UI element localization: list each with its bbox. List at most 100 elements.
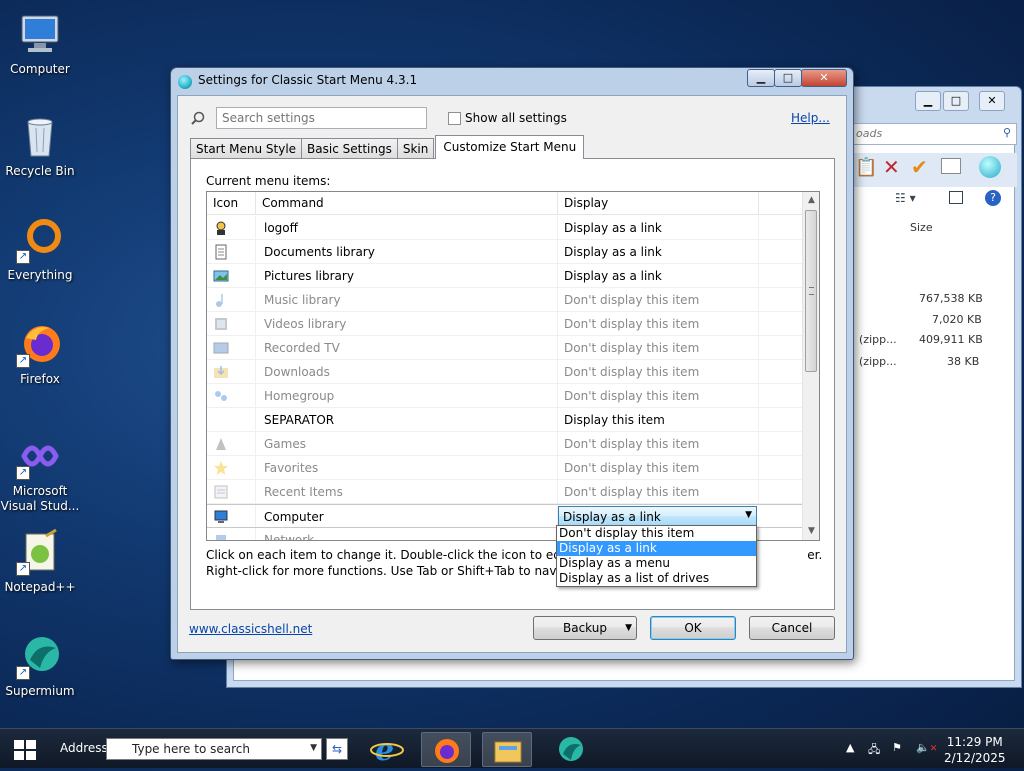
menu-item-row[interactable]: Music library Don't display this item xyxy=(207,288,803,312)
cancel-button[interactable]: Cancel xyxy=(749,616,835,640)
menu-item-display[interactable]: Display as a link xyxy=(564,245,662,259)
chevron-down-icon[interactable]: ▼ xyxy=(745,510,752,520)
menu-item-row[interactable]: Favorites Don't display this item xyxy=(207,456,803,480)
dialog-titlebar[interactable]: Settings for Classic Start Menu 4.3.1 ▁ … xyxy=(171,68,853,94)
close-button[interactable]: ✕ xyxy=(979,91,1005,111)
menu-item-row[interactable]: logoff Display as a link xyxy=(207,216,803,240)
dropdown-option[interactable]: Don't display this item xyxy=(557,526,756,541)
logoff-icon[interactable] xyxy=(213,220,229,236)
menu-item-display[interactable]: Don't display this item xyxy=(564,365,699,379)
maximize-button[interactable]: □ xyxy=(774,69,802,87)
taskbar-search-input[interactable]: Type here to search ▼ xyxy=(106,738,322,760)
menu-item-display[interactable]: Don't display this item xyxy=(564,293,699,307)
desktop-icon-visual-studio[interactable]: ↗ Microsoft Visual Stud... xyxy=(0,432,80,514)
desktop-icon-firefox[interactable]: ↗ Firefox xyxy=(0,320,80,387)
menu-item-display[interactable]: Don't display this item xyxy=(564,317,699,331)
copy-icon[interactable]: 📋 xyxy=(855,157,877,178)
help-icon[interactable]: ? xyxy=(985,190,1001,206)
menu-items-list[interactable]: Icon Command Display logoff Display as a… xyxy=(206,191,820,541)
music-library-icon[interactable] xyxy=(213,292,229,308)
menu-item-display[interactable]: Don't display this item xyxy=(564,461,699,475)
menu-item-row[interactable]: Pictures library Display as a link xyxy=(207,264,803,288)
column-header-size[interactable]: Size xyxy=(910,221,933,234)
computer-icon[interactable] xyxy=(213,509,229,525)
column-header-icon[interactable]: Icon xyxy=(207,192,256,215)
scroll-down-icon[interactable]: ▼ xyxy=(803,523,819,540)
go-arrows-icon[interactable]: ⇆ xyxy=(326,738,348,760)
classicshell-website-link[interactable]: www.classicshell.net xyxy=(189,622,312,636)
taskbar-supermium[interactable] xyxy=(546,732,596,767)
pictures-library-icon[interactable] xyxy=(213,268,229,284)
menu-item-display[interactable]: Display as a link xyxy=(564,221,662,235)
desktop-icon-everything[interactable]: ↗ Everything xyxy=(0,216,80,283)
tab-customize-start-menu[interactable]: Customize Start Menu xyxy=(435,135,585,159)
favorites-icon[interactable] xyxy=(213,460,229,476)
dropdown-option[interactable]: Display as a menu xyxy=(557,556,756,571)
close-button[interactable]: ✕ xyxy=(801,69,847,87)
dropdown-option[interactable]: Display as a list of drives xyxy=(557,571,756,586)
ok-button[interactable]: OK xyxy=(650,616,736,640)
dropdown-option-selected[interactable]: Display as a link xyxy=(557,541,756,556)
menu-item-row[interactable]: Documents library Display as a link xyxy=(207,240,803,264)
menu-item-display[interactable]: Display as a link xyxy=(564,269,662,283)
desktop-icon-recycle-bin[interactable]: Recycle Bin xyxy=(0,112,80,179)
show-hidden-icons-icon[interactable]: ▲ xyxy=(846,741,854,754)
scroll-up-icon[interactable]: ▲ xyxy=(803,192,819,209)
backup-button[interactable]: Backup ▼ xyxy=(533,616,637,640)
search-settings-input[interactable] xyxy=(216,107,427,129)
menu-item-display[interactable]: Don't display this item xyxy=(564,341,699,355)
volume-muted-icon[interactable]: 🔈✕ xyxy=(916,741,937,754)
desktop-icon-computer[interactable]: Computer xyxy=(0,10,80,77)
display-mode-dropdown-list[interactable]: Don't display this item Display as a lin… xyxy=(556,525,757,587)
menu-item-row[interactable]: Games Don't display this item xyxy=(207,432,803,456)
checkmark-icon[interactable]: ✔ xyxy=(911,155,928,179)
desktop-icon-supermium[interactable]: ↗ Supermium xyxy=(0,632,80,699)
desktop-icon-notepad-plus-plus[interactable]: ↗ Notepad++ xyxy=(0,528,80,595)
menu-item-display[interactable]: Display this item xyxy=(564,413,665,427)
explorer-search-input[interactable]: oads ⚲ xyxy=(849,123,1017,145)
menu-item-row[interactable]: Recorded TV Don't display this item xyxy=(207,336,803,360)
windows-start-icon[interactable] xyxy=(14,740,36,760)
view-options-icon[interactable]: ☷ ▾ xyxy=(895,191,916,205)
checkbox-box[interactable] xyxy=(448,111,461,125)
homegroup-icon[interactable] xyxy=(213,388,229,404)
tab-start-menu-style[interactable]: Start Menu Style xyxy=(190,138,303,159)
display-mode-combobox[interactable]: Display as a link ▼ xyxy=(558,506,757,527)
chevron-down-icon[interactable]: ▼ xyxy=(310,743,317,753)
delete-icon[interactable]: ✕ xyxy=(883,155,900,179)
recorded-tv-icon[interactable] xyxy=(213,340,229,356)
menu-item-row[interactable]: SEPARATOR Display this item xyxy=(207,408,803,432)
menu-item-row[interactable]: Downloads Don't display this item xyxy=(207,360,803,384)
network-icon[interactable] xyxy=(213,532,229,540)
documents-library-icon[interactable] xyxy=(213,244,229,260)
column-header-display[interactable]: Display xyxy=(558,192,759,215)
taskbar-internet-explorer[interactable]: e xyxy=(362,732,412,768)
preview-pane-icon[interactable] xyxy=(949,191,963,204)
show-all-settings-checkbox[interactable]: Show all settings xyxy=(448,111,567,125)
column-header-command[interactable]: Command xyxy=(256,192,558,215)
taskbar-clock[interactable]: 11:29 PM 2/12/2025 xyxy=(944,734,1006,766)
taskbar-firefox[interactable] xyxy=(421,732,471,767)
tab-skin[interactable]: Skin xyxy=(396,138,435,159)
vertical-scrollbar[interactable]: ▲ ▼ xyxy=(802,192,819,540)
globe-icon[interactable] xyxy=(979,156,1001,178)
downloads-icon[interactable] xyxy=(213,364,229,380)
taskbar-file-explorer[interactable] xyxy=(482,732,532,767)
recent-items-icon[interactable] xyxy=(213,484,229,500)
menu-item-row[interactable]: Homegroup Don't display this item xyxy=(207,384,803,408)
rename-icon[interactable] xyxy=(941,158,961,174)
menu-item-display[interactable]: Don't display this item xyxy=(564,437,699,451)
maximize-button[interactable]: □ xyxy=(943,91,969,111)
menu-item-row[interactable]: Recent Items Don't display this item xyxy=(207,480,803,504)
menu-item-row[interactable]: Videos library Don't display this item xyxy=(207,312,803,336)
games-icon[interactable] xyxy=(213,436,229,452)
network-tray-icon[interactable]: 🖧 xyxy=(868,741,880,760)
tab-basic-settings[interactable]: Basic Settings xyxy=(301,138,398,159)
minimize-button[interactable]: ▁ xyxy=(747,69,775,87)
videos-library-icon[interactable] xyxy=(213,316,229,332)
minimize-button[interactable]: ▁ xyxy=(915,91,941,111)
help-link[interactable]: Help... xyxy=(791,111,830,125)
flag-tray-icon[interactable]: ⚑ xyxy=(892,741,902,754)
menu-item-display[interactable]: Don't display this item xyxy=(564,389,699,403)
scrollbar-thumb[interactable] xyxy=(805,210,817,372)
